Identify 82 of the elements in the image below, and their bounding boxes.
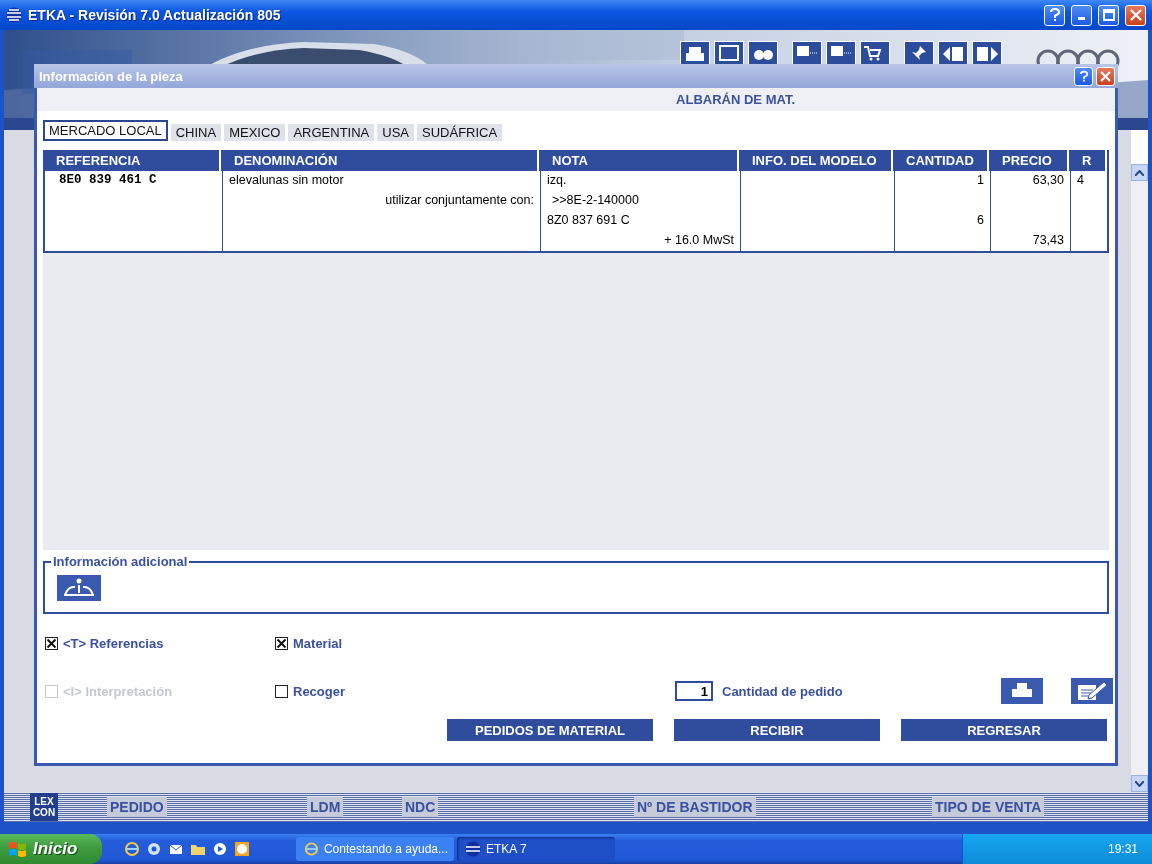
field-label: Cantidad de pedido xyxy=(722,683,843,699)
previous-page-button[interactable] xyxy=(938,41,968,65)
window-title: ETKA - Revisión 7.0 Actualización 805 xyxy=(28,7,282,23)
market-tab[interactable]: ARGENTINA xyxy=(288,124,375,141)
notepad-pencil-icon xyxy=(1078,681,1108,700)
browser-icon xyxy=(304,841,319,857)
table-cell: 63,30 xyxy=(991,171,1071,191)
browser-launcher[interactable] xyxy=(124,841,140,857)
table-cell: elevalunas sin motor xyxy=(223,171,541,191)
table-cell: 8Z0 837 691 C xyxy=(541,211,741,231)
footer-tab[interactable]: PEDIDO xyxy=(107,797,167,817)
scroll-down-button[interactable] xyxy=(1131,775,1148,792)
help-button[interactable] xyxy=(1074,66,1093,86)
checkbox-label: Recoger xyxy=(293,683,346,699)
help-button[interactable] xyxy=(1044,4,1065,26)
checkbox-label: <T> Referencias xyxy=(63,635,164,651)
market-tab[interactable]: MERCADO LOCAL xyxy=(43,120,168,141)
edit-button[interactable] xyxy=(1071,678,1113,704)
figure-icon xyxy=(63,578,95,596)
market-tab[interactable]: CHINA xyxy=(170,124,222,141)
taskbar-button[interactable]: ETKA 7 xyxy=(457,837,615,861)
close-icon xyxy=(1129,9,1142,21)
print-button[interactable] xyxy=(1001,678,1043,704)
maximize-button[interactable] xyxy=(1098,4,1119,26)
minimize-button[interactable] xyxy=(1071,4,1092,26)
minimize-icon xyxy=(1078,17,1085,20)
pin-button[interactable] xyxy=(904,41,934,65)
footer-tab[interactable]: LDM xyxy=(307,797,344,817)
footer-tab[interactable]: TIPO DE VENTA xyxy=(932,797,1045,817)
caret-up-icon xyxy=(1135,169,1144,176)
table-cell: >>8E-2-140000 xyxy=(541,191,741,211)
checkbox-label: <I> Interpretación xyxy=(63,683,173,699)
table-cell: 8E0 839 461 C xyxy=(45,171,223,191)
printer-button[interactable] xyxy=(680,41,710,65)
maximize-icon xyxy=(1102,9,1115,21)
market-tab[interactable]: MEXICO xyxy=(224,124,286,141)
section-heading: ALBARÁN DE MAT. xyxy=(676,92,795,107)
start-button[interactable]: Inicio xyxy=(0,834,102,864)
table-cell: + 16.0 MwSt xyxy=(541,231,741,251)
table-cell: 6 xyxy=(895,211,991,231)
checkbox[interactable] xyxy=(275,636,288,650)
taskbar-button[interactable]: Contestando a ayuda... xyxy=(296,837,454,861)
monitor-button[interactable] xyxy=(826,41,856,65)
caret-down-icon xyxy=(1135,780,1144,787)
help-icon xyxy=(1048,8,1061,22)
globe-icon xyxy=(6,7,22,23)
checkbox[interactable] xyxy=(275,684,288,698)
panel-title: Información adicional xyxy=(52,554,189,569)
monitor-button[interactable] xyxy=(792,41,822,65)
scroll-up-button[interactable] xyxy=(1131,164,1148,181)
next-page-button[interactable] xyxy=(972,41,1002,65)
dialog-title: Información de la pieza xyxy=(39,68,184,84)
table-cell: 73,43 xyxy=(991,231,1071,251)
table-cell: 1 xyxy=(895,171,991,191)
windows-flag-icon xyxy=(9,842,26,857)
footer-tab[interactable]: Nº DE BASTIDOR xyxy=(634,797,756,817)
back-button[interactable]: REGRESAR xyxy=(901,719,1107,741)
close-button[interactable] xyxy=(1096,66,1115,86)
globe-icon xyxy=(465,841,481,857)
market-tab[interactable]: USA xyxy=(377,124,415,141)
quantity-field[interactable]: 1 xyxy=(675,681,713,701)
table-cell: utilizar conjuntamente con: xyxy=(223,191,541,211)
market-tab[interactable]: SUDÁFRICA xyxy=(417,124,503,141)
screen-icon xyxy=(716,43,742,63)
table-cell-text: 4 xyxy=(1076,172,1085,189)
media-launcher[interactable] xyxy=(212,841,228,857)
receive-button[interactable]: RECIBIR xyxy=(674,719,880,741)
binoculars-button[interactable] xyxy=(748,41,778,65)
help-icon xyxy=(1078,69,1089,83)
checkbox[interactable] xyxy=(45,636,58,650)
table-cell: izq. xyxy=(541,171,741,191)
screen-button[interactable] xyxy=(714,41,744,65)
checkbox-label: Material xyxy=(293,635,343,651)
clock: 19:31 xyxy=(1107,842,1138,856)
figure-button[interactable] xyxy=(57,575,101,601)
material-orders-button[interactable]: PEDIDOS DE MATERIAL xyxy=(447,719,653,741)
close-button[interactable] xyxy=(1125,4,1146,26)
printer-icon xyxy=(1012,683,1032,697)
close-icon xyxy=(1100,70,1111,82)
lexcon-logo: LEX CON xyxy=(30,793,58,821)
cart-button[interactable] xyxy=(860,41,890,65)
footer-tab[interactable]: NDC xyxy=(402,797,439,817)
